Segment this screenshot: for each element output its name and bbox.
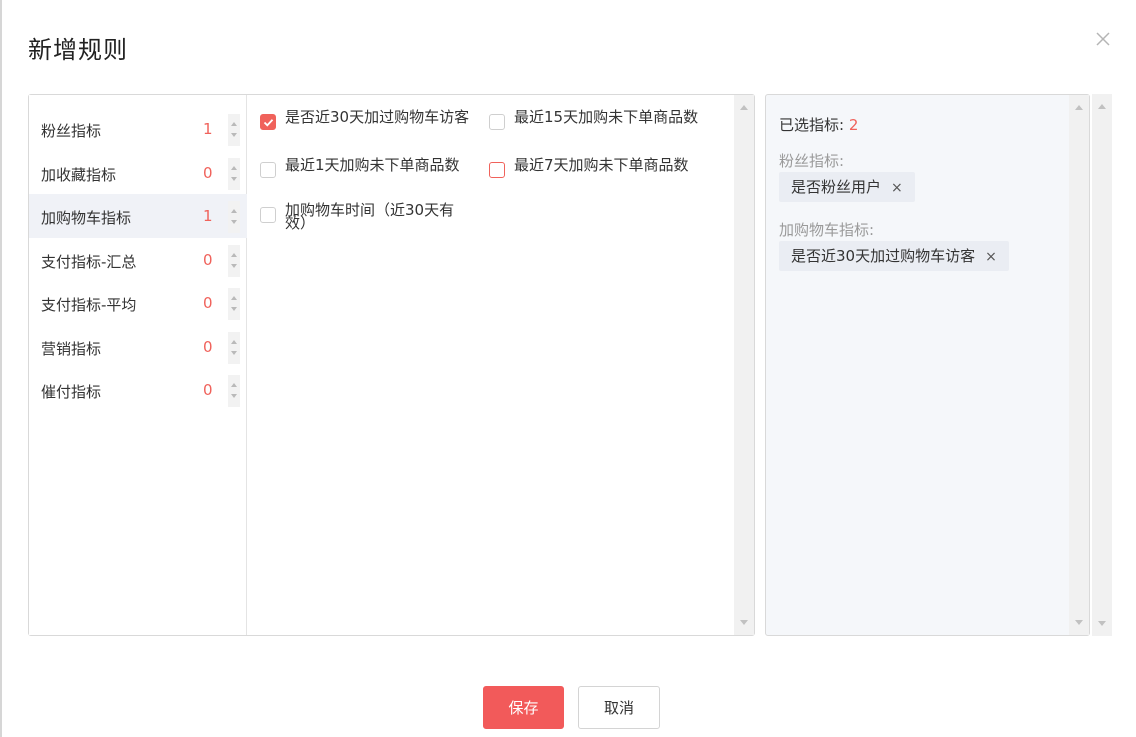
category-count: 0 bbox=[203, 381, 213, 399]
selected-scrollbar[interactable] bbox=[1069, 95, 1089, 635]
selected-title: 已选指标: bbox=[779, 116, 849, 134]
option-label: 是否近30天加过购物车访客 bbox=[285, 108, 470, 126]
checkbox[interactable] bbox=[260, 162, 276, 178]
category-stepper[interactable] bbox=[228, 158, 240, 190]
category-count: 0 bbox=[203, 294, 213, 312]
category-count: 0 bbox=[203, 251, 213, 269]
category-label: 营销指标 bbox=[41, 340, 102, 358]
checkbox-hover[interactable] bbox=[489, 162, 505, 178]
category-label: 催付指标 bbox=[41, 383, 102, 401]
option-label: 最近15天加购未下单商品数 bbox=[514, 108, 699, 126]
tag-label: 是否粉丝用户 bbox=[791, 178, 882, 196]
checkbox[interactable] bbox=[489, 114, 505, 130]
scroll-up-icon[interactable] bbox=[740, 105, 748, 110]
group-title: 粉丝指标: bbox=[779, 152, 845, 170]
option-label: 最近1天加购未下单商品数 bbox=[285, 156, 460, 174]
option-scrollbar[interactable] bbox=[734, 95, 754, 635]
category-list: 粉丝指标 1 加收藏指标 0 加购物车指标 1 支付指标-汇总 0 支付指标-平… bbox=[29, 95, 247, 635]
category-item-favorite[interactable]: 加收藏指标 0 bbox=[29, 151, 247, 195]
checkbox[interactable] bbox=[260, 207, 276, 223]
category-label: 粉丝指标 bbox=[41, 122, 102, 140]
selected-tag: 是否粉丝用户 × bbox=[779, 172, 915, 202]
category-stepper[interactable] bbox=[228, 114, 240, 146]
option-label: 加购物车时间（近30天有效） bbox=[285, 201, 455, 232]
scroll-up-icon[interactable] bbox=[1075, 105, 1083, 110]
category-count: 1 bbox=[203, 120, 213, 138]
remove-tag-icon[interactable]: × bbox=[891, 180, 903, 196]
category-item-fans[interactable]: 粉丝指标 1 bbox=[29, 107, 247, 151]
category-stepper[interactable] bbox=[228, 288, 240, 320]
selected-tag: 是否近30天加过购物车访客 × bbox=[779, 241, 1009, 271]
indicator-picker: 粉丝指标 1 加收藏指标 0 加购物车指标 1 支付指标-汇总 0 支付指标-平… bbox=[28, 94, 755, 636]
option-label: 最近7天加购未下单商品数 bbox=[514, 156, 689, 174]
check-icon bbox=[263, 119, 274, 127]
dialog-title: 新增规则 bbox=[28, 36, 128, 64]
category-item-marketing[interactable]: 营销指标 0 bbox=[29, 325, 247, 369]
category-stepper[interactable] bbox=[228, 332, 240, 364]
category-label: 加购物车指标 bbox=[41, 209, 132, 227]
category-label: 支付指标-平均 bbox=[41, 296, 137, 314]
save-button[interactable]: 保存 bbox=[483, 686, 564, 729]
scroll-down-icon[interactable] bbox=[740, 620, 748, 625]
category-count: 0 bbox=[203, 338, 213, 356]
checkbox-checked[interactable] bbox=[260, 114, 276, 130]
cancel-button[interactable]: 取消 bbox=[578, 686, 660, 729]
category-item-reminder[interactable]: 催付指标 0 bbox=[29, 368, 247, 412]
category-item-payment-average[interactable]: 支付指标-平均 0 bbox=[29, 281, 247, 325]
scroll-up-icon[interactable] bbox=[1098, 104, 1106, 109]
selected-count-label: 已选指标: 2 bbox=[779, 114, 858, 135]
category-stepper[interactable] bbox=[228, 375, 240, 407]
category-label: 加收藏指标 bbox=[41, 166, 117, 184]
category-item-payment-total[interactable]: 支付指标-汇总 0 bbox=[29, 238, 247, 282]
selected-count: 2 bbox=[848, 116, 859, 134]
dialog-scrollbar[interactable] bbox=[1092, 94, 1112, 636]
left-border bbox=[0, 0, 2, 737]
selected-panel: 已选指标: 2 粉丝指标: 是否粉丝用户 × 加购物车指标: 是否近30天加过购物… bbox=[765, 94, 1090, 636]
category-item-cart[interactable]: 加购物车指标 1 bbox=[29, 194, 247, 238]
scroll-down-icon[interactable] bbox=[1075, 620, 1083, 625]
category-stepper[interactable] bbox=[228, 201, 240, 233]
category-count: 1 bbox=[203, 207, 213, 225]
group-title: 加购物车指标: bbox=[779, 221, 875, 239]
remove-tag-icon[interactable]: × bbox=[985, 249, 997, 265]
category-stepper[interactable] bbox=[228, 245, 240, 277]
option-list: 是否近30天加过购物车访客 最近15天加购未下单商品数 最近1天加购未下单商品数… bbox=[248, 95, 734, 635]
category-label: 支付指标-汇总 bbox=[41, 253, 137, 271]
tag-label: 是否近30天加过购物车访客 bbox=[791, 247, 976, 265]
scroll-down-icon[interactable] bbox=[1098, 621, 1106, 626]
category-count: 0 bbox=[203, 164, 213, 182]
close-icon[interactable] bbox=[1094, 30, 1112, 48]
